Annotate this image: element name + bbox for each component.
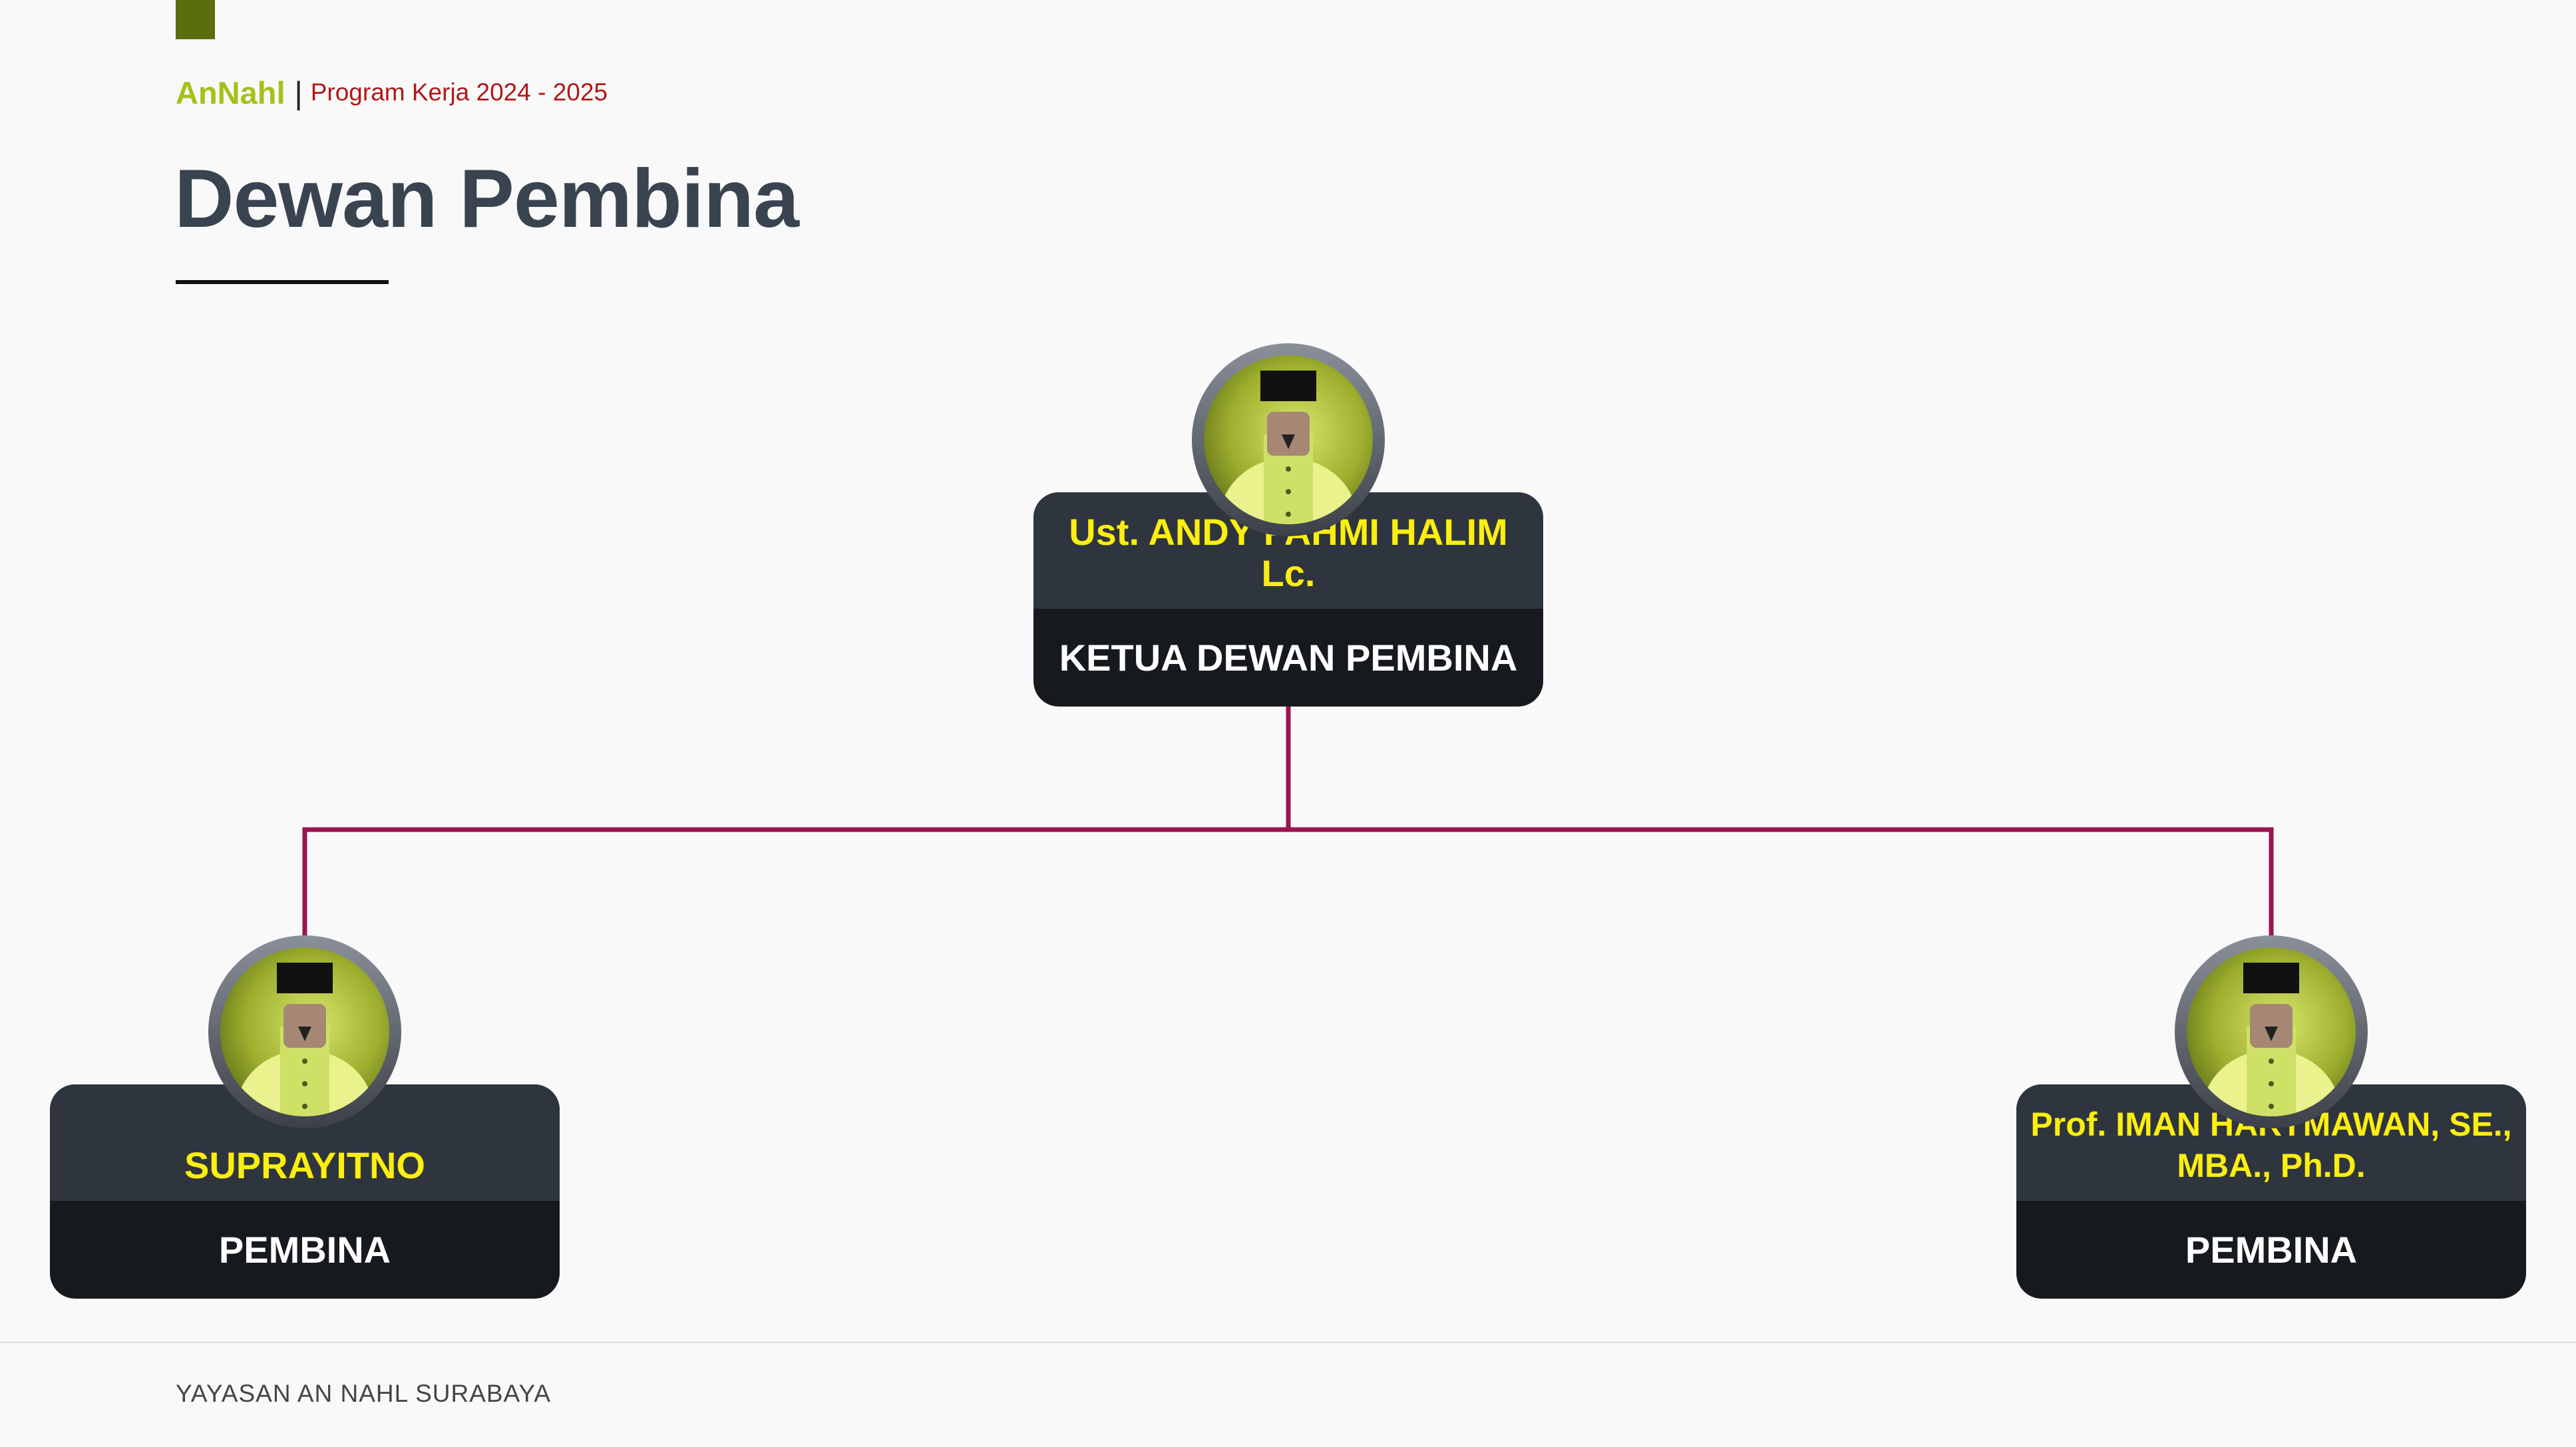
node-role: PEMBINA xyxy=(218,1229,391,1271)
node-role: PEMBINA xyxy=(2185,1229,2358,1271)
org-node-member-left: SUPRAYITNO PEMBINA xyxy=(50,935,560,1299)
node-role-area: KETUA DEWAN PEMBINA xyxy=(1033,609,1543,707)
org-node-member-right: Prof. IMAN HARYMAWAN, SE., MBA., Ph.D. P… xyxy=(2016,935,2526,1299)
node-name: SUPRAYITNO xyxy=(184,1144,425,1186)
person-avatar-icon xyxy=(208,935,402,1129)
person-avatar-icon xyxy=(1191,343,1385,537)
footer-organization: YAYASAN AN NAHL SURABAYA xyxy=(176,1380,552,1407)
footer-divider xyxy=(0,1341,2576,1343)
person-avatar-icon xyxy=(2174,935,2368,1129)
node-role-area: PEMBINA xyxy=(2016,1201,2526,1299)
org-node-chair: Ust. ANDY FAHMI HALIM Lc. KETUA DEWAN PE… xyxy=(1033,343,1543,707)
node-role: KETUA DEWAN PEMBINA xyxy=(1059,637,1518,679)
node-role-area: PEMBINA xyxy=(50,1201,560,1299)
